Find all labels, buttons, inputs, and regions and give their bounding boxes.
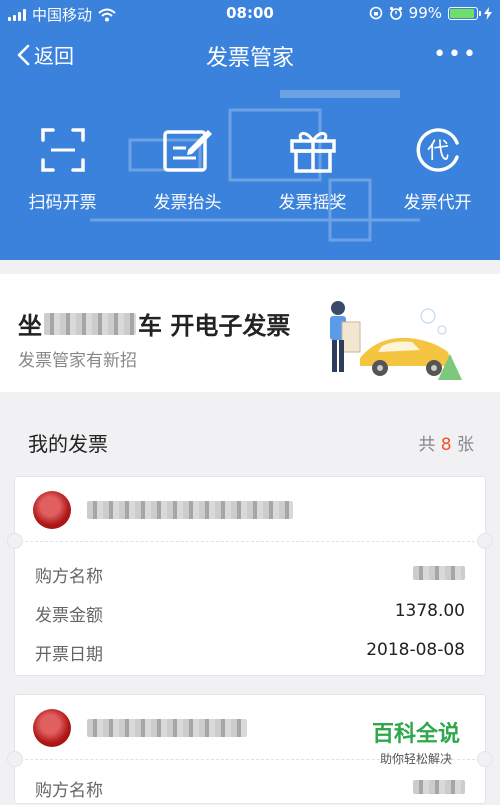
amount-label: 发票金额 — [35, 606, 103, 626]
proxy-invoice-label: 发票代开 — [403, 193, 472, 213]
svg-text:代: 代 — [426, 139, 448, 164]
buyer-label: 购方名称 — [35, 781, 103, 801]
date-label: 开票日期 — [35, 645, 103, 665]
invoice-lottery-button[interactable]: 发票摇奖 — [250, 122, 375, 213]
watermark-title: 百科全说 — [371, 722, 460, 747]
promo-banner[interactable]: 坐 车 开电子发票 发票管家有新招 — [0, 274, 500, 392]
car-illustration — [330, 301, 462, 380]
proxy-icon: 代 — [416, 128, 459, 172]
redacted-text — [44, 312, 136, 335]
promo-title-prefix: 坐 — [18, 312, 42, 340]
invoice-header-button[interactable]: 发票抬头 — [125, 122, 250, 213]
seller-name-redacted — [87, 501, 293, 519]
seller-name-redacted — [87, 719, 247, 737]
proxy-invoice-button[interactable]: 代 发票代开 — [375, 122, 500, 213]
section-title: 我的发票 — [28, 432, 108, 456]
scan-invoice-label: 扫码开票 — [28, 193, 97, 213]
ticket-notch — [477, 751, 493, 767]
buyer-row: 购方名称 — [15, 766, 485, 805]
navigation-bar: 返回 发票管家 ••• — [0, 30, 500, 80]
invoice-header-label: 发票抬头 — [153, 193, 222, 213]
gift-icon — [289, 132, 336, 173]
ticket-notch — [7, 533, 23, 549]
charging-icon — [484, 6, 492, 20]
page-title: 发票管家 — [205, 46, 294, 71]
watermark: 百科全说 助你轻松解决 — [372, 716, 460, 767]
amount-row: 发票金额 1378.00 — [15, 591, 485, 630]
seller-seal-icon — [33, 491, 71, 529]
promo-subtitle: 发票管家有新招 — [18, 351, 137, 371]
invoice-count-number: 8 — [440, 435, 452, 455]
date-row: 开票日期 2018-08-08 — [15, 630, 485, 669]
invoice-count: 共 8 张 — [418, 435, 474, 455]
promo-title: 坐 车 开电子发票 — [18, 306, 290, 341]
promo-title-suffix: 车 开电子发票 — [138, 312, 291, 340]
buyer-row: 购方名称 — [15, 552, 485, 591]
status-bar: 中国移动 08:00 99% — [0, 0, 500, 28]
my-invoices-header: 我的发票 共 8 张 — [0, 410, 500, 470]
alarm-icon — [389, 6, 402, 20]
buyer-label: 购方名称 — [35, 567, 103, 587]
more-button[interactable]: ••• — [433, 42, 478, 67]
watermark-subtitle: 助你轻松解决 — [379, 752, 452, 766]
ticket-notch — [7, 751, 23, 767]
quick-actions: 扫码开票 发票抬头 发票摇奖 代 发票代开 — [0, 122, 500, 213]
invoice-card[interactable]: 购方名称 发票金额 1378.00 开票日期 2018-08-08 — [7, 476, 493, 676]
ticket-notch — [477, 533, 493, 549]
battery-percent: 99% — [408, 4, 442, 22]
amount-value: 1378.00 — [394, 601, 465, 621]
scan-invoice-button[interactable]: 扫码开票 — [0, 122, 125, 213]
buyer-name-redacted — [413, 780, 465, 794]
buyer-name-redacted — [413, 566, 465, 580]
rotation-lock-icon — [369, 6, 382, 20]
scan-icon — [40, 128, 85, 172]
edit-icon — [162, 130, 212, 172]
battery-icon — [448, 6, 481, 20]
invoice-lottery-label: 发票摇奖 — [278, 193, 347, 213]
date-value: 2018-08-08 — [366, 640, 465, 660]
seller-seal-icon — [33, 709, 71, 747]
header-banner: 中国移动 08:00 99% 返回 发票管家 ••• 扫码开票 发票抬头 发票摇… — [0, 0, 500, 260]
invoice-card-header — [15, 477, 485, 542]
